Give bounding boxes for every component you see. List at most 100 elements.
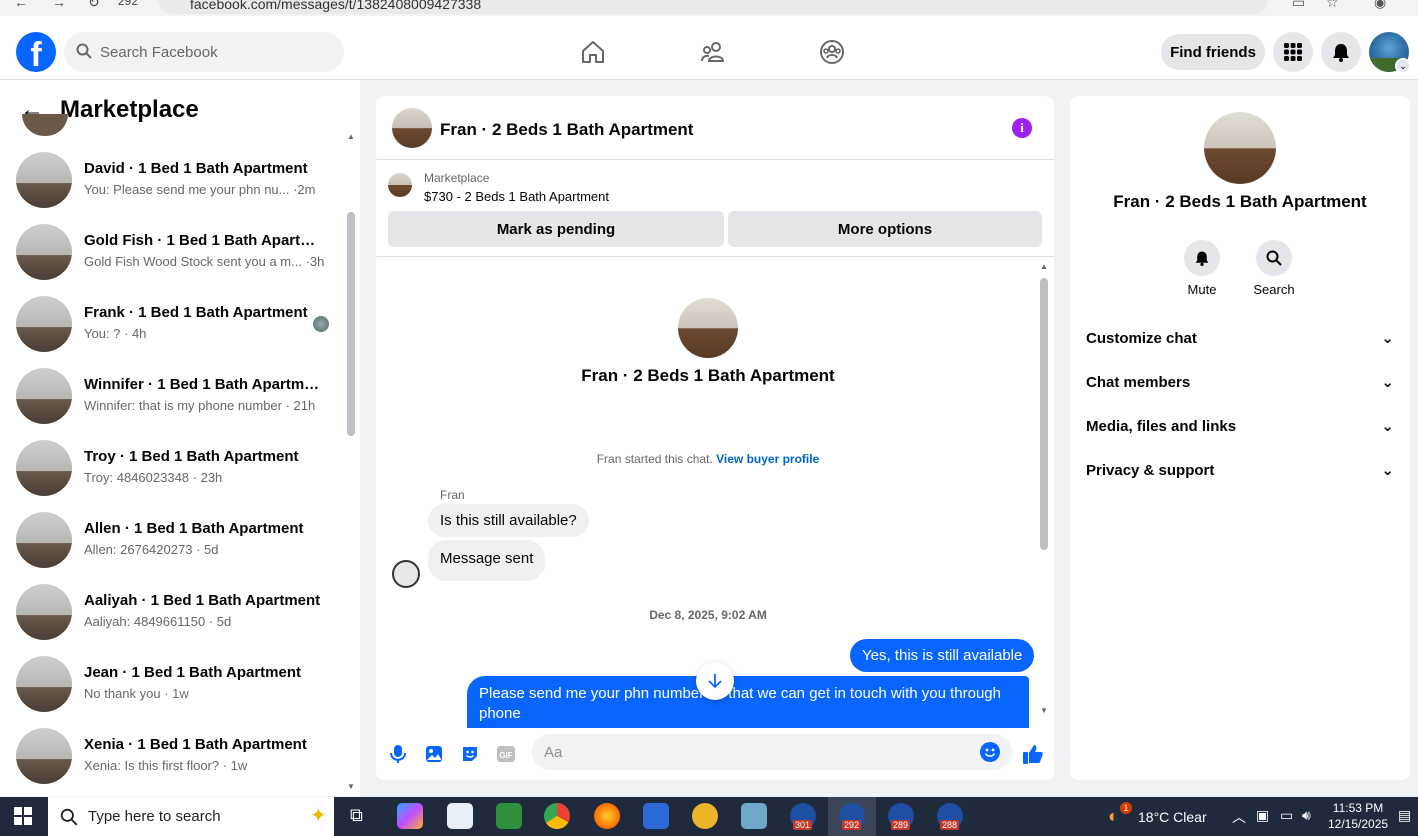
paint-app-icon[interactable] xyxy=(447,803,473,829)
scroll-up-arrow-icon[interactable]: ▲ xyxy=(347,132,355,141)
weather-text[interactable]: 18°C Clear xyxy=(1138,809,1207,825)
window-badge: 301 xyxy=(793,820,813,830)
listing-thumbnail[interactable] xyxy=(388,173,412,197)
conversation-item[interactable]: David · 1 Bed 1 Bath Apartment You: Plea… xyxy=(0,152,344,224)
message-input-box[interactable] xyxy=(532,734,1012,770)
row-label: Customize chat xyxy=(1086,329,1197,347)
view-buyer-profile-link[interactable]: View buyer profile xyxy=(716,452,819,466)
facebook-logo-icon[interactable]: f xyxy=(16,32,56,72)
conversation-item[interactable]: Troy · 1 Bed 1 Bath Apartment Troy: 4846… xyxy=(0,440,344,512)
chat-members-row[interactable]: Chat members ⌄ xyxy=(1086,360,1394,404)
cast-icon[interactable]: ▭ xyxy=(1292,0,1305,11)
more-options-button[interactable]: More options xyxy=(728,211,1042,247)
row-label: Media, files and links xyxy=(1086,417,1237,435)
friends-nav-icon[interactable] xyxy=(693,36,733,68)
conversation-item[interactable]: Frank · 1 Bed 1 Bath Apartment You: ? · … xyxy=(0,296,344,368)
spreadsheet-app-icon[interactable] xyxy=(496,803,522,829)
star-icon[interactable]: ☆ xyxy=(1326,0,1339,11)
conversation-name: Allen · 1 Bed 1 Bath Apartment xyxy=(84,520,304,537)
outgoing-message[interactable]: Yes, this is still available xyxy=(850,639,1035,672)
volume-icon[interactable]: 🔊︎ xyxy=(1302,807,1311,824)
scroll-up-arrow-icon[interactable]: ▲ xyxy=(1040,262,1048,271)
mute-action[interactable]: Mute xyxy=(1166,240,1238,297)
listing-thumbnail xyxy=(16,368,72,424)
clock-time: 11:53 PM xyxy=(1332,801,1384,815)
microphone-icon[interactable] xyxy=(386,742,410,766)
notifications-bell-icon[interactable] xyxy=(1321,32,1361,72)
chat-avatar[interactable] xyxy=(392,108,432,148)
photo-icon[interactable] xyxy=(422,742,446,766)
conversation-snippet: You: Please send me your phn nu... ·2m xyxy=(84,182,316,197)
sender-name: Fran xyxy=(440,488,465,502)
chat-header: Fran · 2 Beds 1 Bath Apartment i xyxy=(376,96,1054,160)
scroll-down-arrow-icon[interactable]: ▼ xyxy=(1040,706,1048,715)
sender-avatar[interactable] xyxy=(392,560,420,588)
mark-as-pending-button[interactable]: Mark as pending xyxy=(388,211,724,247)
shield-app-icon[interactable] xyxy=(643,803,669,829)
conversation-item[interactable]: Allen · 1 Bed 1 Bath Apartment Allen: 26… xyxy=(0,512,344,584)
row-label: Chat members xyxy=(1086,373,1191,391)
forward-arrow-icon[interactable]: → xyxy=(52,0,66,10)
search-label: Search xyxy=(1253,282,1295,297)
firefox-app-icon[interactable] xyxy=(594,803,620,829)
reload-icon[interactable]: ↻ xyxy=(88,0,100,11)
conversation-item[interactable]: Winnifer · 1 Bed 1 Bath Apartment Winnif… xyxy=(0,368,344,440)
conversation-item[interactable]: Xenia · 1 Bed 1 Bath Apartment Xenia: Is… xyxy=(0,728,344,796)
chevron-up-icon[interactable]: ︿ xyxy=(1232,807,1246,827)
emoji-icon[interactable] xyxy=(980,742,1000,762)
search-input[interactable] xyxy=(100,32,336,72)
conversation-item[interactable]: Jean · 1 Bed 1 Bath Apartment No thank y… xyxy=(0,656,344,728)
search-box[interactable] xyxy=(64,32,344,72)
notes-app-icon[interactable] xyxy=(741,803,767,829)
taskbar-search-input[interactable] xyxy=(88,797,308,836)
conversation-item[interactable]: Aaliyah · 1 Bed 1 Bath Apartment Aaliyah… xyxy=(0,584,344,656)
weather-badge: 1 xyxy=(1120,802,1132,814)
sticker-icon[interactable] xyxy=(458,742,482,766)
chrome-app-icon[interactable] xyxy=(544,803,570,829)
chevron-down-icon[interactable]: ⌄ xyxy=(1395,58,1411,74)
incoming-message[interactable]: Is this still available? xyxy=(428,504,589,537)
scroll-down-arrow-icon[interactable]: ▼ xyxy=(347,782,355,791)
listing-thumbnail xyxy=(16,224,72,280)
sidebar-scrollbar[interactable] xyxy=(347,212,355,436)
menu-grid-icon[interactable] xyxy=(1273,32,1313,72)
media-files-links-row[interactable]: Media, files and links ⌄ xyxy=(1086,404,1394,448)
windows-start-icon[interactable] xyxy=(14,807,32,825)
privacy-support-row[interactable]: Privacy & support ⌄ xyxy=(1086,448,1394,492)
back-arrow-icon[interactable]: ← xyxy=(14,0,28,10)
conversation-name: Gold Fish · 1 Bed 1 Bath Apartme... xyxy=(84,232,324,249)
search-icon xyxy=(76,43,92,59)
scroll-to-bottom-button[interactable] xyxy=(696,662,734,700)
info-icon[interactable]: i xyxy=(1012,118,1032,138)
address-bar[interactable]: facebook.com/messages/t/1382408009427338 xyxy=(158,0,1268,14)
chat-title[interactable]: Fran · 2 Beds 1 Bath Apartment xyxy=(440,120,693,140)
customize-chat-row[interactable]: Customize chat ⌄ xyxy=(1086,316,1394,360)
notification-center-icon[interactable]: ▤ xyxy=(1398,807,1411,824)
meet-icon[interactable]: ▣ xyxy=(1256,807,1269,824)
chat-scrollbar[interactable] xyxy=(1040,278,1048,550)
message-composer: GIF xyxy=(376,732,1054,780)
taskbar-search-box[interactable]: ✦ xyxy=(48,797,334,836)
facebook-header: f Find friends ⌄ xyxy=(0,16,1418,80)
conversation-item[interactable]: Gold Fish · 1 Bed 1 Bath Apartme... Gold… xyxy=(0,224,344,296)
like-thumbs-up-icon[interactable] xyxy=(1020,742,1046,766)
incoming-message[interactable]: Message sent xyxy=(428,540,546,581)
groups-nav-icon[interactable] xyxy=(812,36,852,68)
ix-app-icon[interactable] xyxy=(692,803,718,829)
weather-icon[interactable]: ◐ xyxy=(1108,806,1119,827)
gif-icon[interactable]: GIF xyxy=(494,742,518,766)
message-input[interactable] xyxy=(544,734,974,770)
search-action[interactable]: Search xyxy=(1238,240,1310,297)
info-avatar[interactable] xyxy=(1204,112,1276,184)
listing-title[interactable]: $730 - 2 Beds 1 Bath Apartment xyxy=(424,189,609,204)
clock-date: 12/15/2025 xyxy=(1328,817,1389,831)
network-icon[interactable]: ▭ xyxy=(1280,807,1293,824)
listing-thumbnail xyxy=(16,728,72,784)
outgoing-message[interactable]: Please send me your phn number so that w… xyxy=(467,676,1029,728)
home-nav-icon[interactable] xyxy=(573,36,613,68)
task-view-icon[interactable]: ⧉ xyxy=(350,805,363,826)
find-friends-button[interactable]: Find friends xyxy=(1161,34,1265,70)
profile-icon[interactable]: ◉ xyxy=(1374,0,1386,11)
copilot-app-icon[interactable] xyxy=(397,803,423,829)
clock[interactable]: 11:53 PM 12/15/2025 xyxy=(1328,800,1388,832)
